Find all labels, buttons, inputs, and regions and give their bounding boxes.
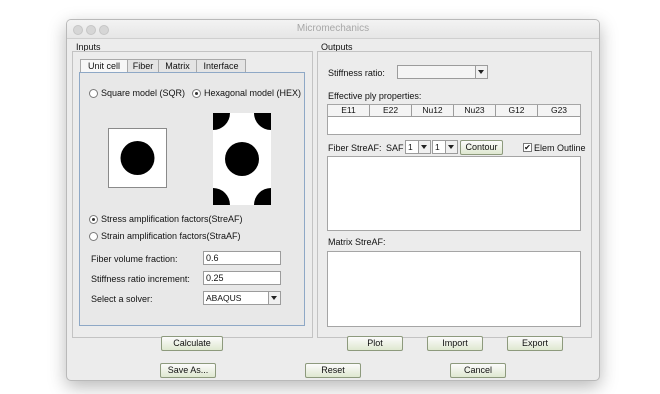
window-title: Micromechanics bbox=[296, 23, 370, 34]
save-as-button[interactable]: Save As... bbox=[160, 363, 216, 378]
strain-factors-label: Strain amplification factors(StraAF) bbox=[101, 231, 241, 241]
stiffness-increment-label: Stiffness ratio increment: bbox=[91, 274, 190, 284]
fiber-volume-input[interactable]: 0.6 bbox=[203, 251, 281, 265]
saf-index-2-value: 1 bbox=[435, 142, 440, 152]
hex-model-radio[interactable] bbox=[192, 89, 201, 98]
strain-factors-radio[interactable] bbox=[89, 232, 98, 241]
stiffness-ratio-label: Stiffness ratio: bbox=[328, 68, 385, 78]
solver-value: ABAQUS bbox=[206, 293, 242, 303]
solver-label: Select a solver: bbox=[91, 294, 153, 304]
column-header-g12[interactable]: G12 bbox=[496, 105, 538, 116]
hex-model-label: Hexagonal model (HEX) bbox=[204, 88, 302, 98]
elem-outline-checkbox[interactable]: ✔ bbox=[523, 143, 532, 152]
stiffness-ratio-value bbox=[398, 67, 400, 77]
stiffness-ratio-select[interactable] bbox=[397, 65, 488, 79]
tab-unit-cell[interactable]: Unit cell bbox=[80, 59, 128, 72]
tab-interface[interactable]: Interface bbox=[196, 59, 246, 72]
stress-factors-radio[interactable] bbox=[89, 215, 98, 224]
square-unit-cell-diagram bbox=[108, 128, 167, 188]
reset-button[interactable]: Reset bbox=[305, 363, 361, 378]
saf-label: SAF bbox=[386, 143, 404, 153]
contour-button[interactable]: Contour bbox=[460, 140, 503, 155]
solver-select[interactable]: ABAQUS bbox=[203, 291, 281, 305]
tab-matrix[interactable]: Matrix bbox=[158, 59, 197, 72]
stress-factors-label: Stress amplification factors(StreAF) bbox=[101, 214, 243, 224]
tab-fiber[interactable]: Fiber bbox=[127, 59, 159, 72]
import-button[interactable]: Import bbox=[427, 336, 483, 351]
stiffness-increment-input[interactable]: 0.25 bbox=[203, 271, 281, 285]
fiber-volume-label: Fiber volume fraction: bbox=[91, 254, 178, 264]
chevron-down-icon bbox=[418, 141, 430, 153]
saf-index-select-2[interactable]: 1 bbox=[432, 140, 458, 154]
column-header-g23[interactable]: G23 bbox=[538, 105, 580, 116]
title-bar: Micromechanics bbox=[67, 20, 599, 39]
micromechanics-window: Micromechanics Inputs Unit cell Fiber Ma… bbox=[66, 19, 600, 381]
column-header-e11[interactable]: E11 bbox=[328, 105, 370, 116]
square-model-radio[interactable] bbox=[89, 89, 98, 98]
plot-button[interactable]: Plot bbox=[347, 336, 403, 351]
saf-index-select-1[interactable]: 1 bbox=[405, 140, 431, 154]
table-header-row: E11 E22 Nu12 Nu23 G12 G23 bbox=[328, 105, 580, 117]
elem-outline-label: Elem Outline bbox=[534, 143, 586, 153]
column-header-nu12[interactable]: Nu12 bbox=[412, 105, 454, 116]
matrix-streaf-label: Matrix StreAF: bbox=[328, 237, 386, 247]
column-header-nu23[interactable]: Nu23 bbox=[454, 105, 496, 116]
ply-properties-table: E11 E22 Nu12 Nu23 G12 G23 bbox=[327, 104, 581, 135]
ply-properties-label: Effective ply properties: bbox=[328, 91, 422, 101]
column-header-e22[interactable]: E22 bbox=[370, 105, 412, 116]
hexagonal-unit-cell-diagram bbox=[213, 113, 271, 205]
cancel-button[interactable]: Cancel bbox=[450, 363, 506, 378]
chevron-down-icon bbox=[268, 292, 280, 304]
export-button[interactable]: Export bbox=[507, 336, 563, 351]
calculate-button[interactable]: Calculate bbox=[161, 336, 223, 351]
saf-index-1-value: 1 bbox=[408, 142, 413, 152]
fiber-streaf-label: Fiber StreAF: bbox=[328, 143, 382, 153]
square-model-label: Square model (SQR) bbox=[101, 88, 186, 98]
chevron-down-icon bbox=[445, 141, 457, 153]
matrix-streaf-area[interactable] bbox=[327, 251, 581, 327]
chevron-down-icon bbox=[475, 66, 487, 78]
fiber-streaf-area[interactable] bbox=[327, 156, 581, 231]
unit-cell-pane: Square model (SQR) Hexagonal model (HEX)… bbox=[79, 72, 305, 326]
